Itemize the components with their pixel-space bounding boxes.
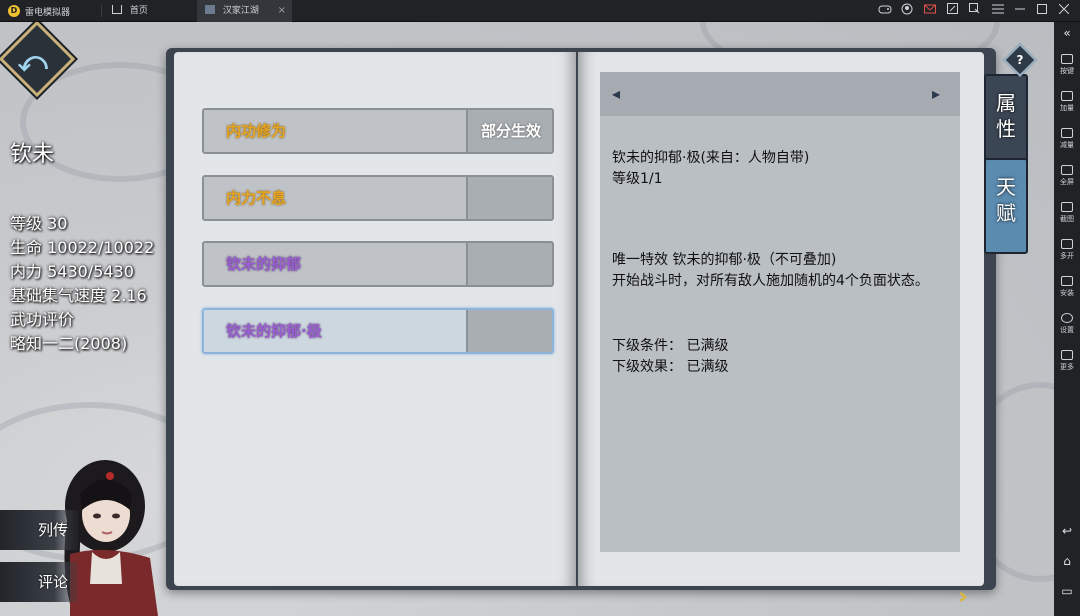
skill-name: 钦未的抑郁 xyxy=(204,243,468,285)
help-question-icon: ? xyxy=(1016,53,1024,67)
skill-list-page: 内功修为 部分生效 内力不息 钦未的抑郁 钦未的抑郁·极 xyxy=(174,52,576,586)
toolbar-more[interactable]: 更多 xyxy=(1054,350,1080,372)
detail-effect-desc: 开始战斗时，对所有敌人施加随机的4个负面状态。 xyxy=(612,273,929,289)
skill-status xyxy=(470,310,552,352)
skill-row-0[interactable]: 内功修为 部分生效 xyxy=(202,108,554,154)
help-button[interactable]: ? xyxy=(1003,43,1037,77)
stat-hp: 生命 10022/10022 xyxy=(10,238,155,257)
skill-status: 部分生效 xyxy=(480,122,541,140)
scissors-icon xyxy=(1061,202,1073,212)
mail-icon[interactable] xyxy=(922,3,938,19)
detail-next-condition: 下级条件： 已满级 xyxy=(612,338,729,354)
game-viewport: ⤺ 钦未 等级 30 生命 10022/10022 内力 5430/5430 基… xyxy=(0,22,1054,616)
skill-status xyxy=(470,243,552,285)
toolbar-label: 按键 xyxy=(1060,67,1074,75)
fullscreen-window-icon[interactable] xyxy=(944,3,960,19)
multi-instance-icon xyxy=(1061,239,1073,249)
collapse-icon[interactable]: « xyxy=(1054,26,1080,40)
tab-talent-label: 天赋 xyxy=(996,175,1016,225)
tab-close-icon[interactable]: × xyxy=(278,0,286,22)
toolbar-label: 减量 xyxy=(1060,141,1074,149)
toolbar-multi-instance[interactable]: 多开 xyxy=(1054,239,1080,261)
fullscreen-icon xyxy=(1061,165,1073,175)
toolbar-keyboard[interactable]: 按键 xyxy=(1054,54,1080,76)
more-icon xyxy=(1061,350,1073,360)
emulator-titlebar: D 雷电模拟器 首页 汉家江湖 × xyxy=(0,0,1080,22)
comments-button[interactable]: 评论 xyxy=(0,562,78,602)
stat-mp: 内力 5430/5430 xyxy=(10,262,134,281)
toolbar-volume-down[interactable]: 减量 xyxy=(1054,128,1080,150)
close-icon[interactable] xyxy=(1056,3,1072,19)
detail-header: ◂ ▸ xyxy=(600,72,960,116)
tab-attributes-label: 属性 xyxy=(996,91,1016,141)
emulator-toolbar: « 按键 加量 减量 全屏 截图 多开 安装 设置 更多 ↩ ⌂ ▭ xyxy=(1054,22,1080,616)
detail-level: 等级1/1 xyxy=(612,171,663,187)
toolbar-screenshot[interactable]: 截图 xyxy=(1054,202,1080,224)
gamepad-icon[interactable] xyxy=(877,3,893,19)
stat-level: 等级 30 xyxy=(10,214,68,233)
toolbar-label: 安装 xyxy=(1060,289,1074,297)
return-arrow-icon: ⤺ xyxy=(17,44,48,78)
minimize-icon[interactable] xyxy=(1012,3,1028,19)
toolbar-install[interactable]: 安装 xyxy=(1054,276,1080,298)
skill-detail-panel: ◂ ▸ 钦未的抑郁·极(来自：人物自带) 等级1/1 唯一特效 钦未的抑郁·极（… xyxy=(600,72,960,552)
tab-game-label: 汉家江湖 xyxy=(222,6,259,16)
detail-title: 钦未的抑郁·极(来自：人物自带) xyxy=(612,150,810,166)
tab-home-label: 首页 xyxy=(129,6,148,16)
back-icon[interactable]: ↩ xyxy=(1054,524,1080,538)
stat-charge-speed: 基础集气速度 2.16 xyxy=(10,286,147,305)
skill-detail-page: ◂ ▸ 钦未的抑郁·极(来自：人物自带) 等级1/1 唯一特效 钦未的抑郁·极（… xyxy=(578,52,984,586)
home-icon[interactable]: ⌂ xyxy=(1054,554,1080,568)
maximize-icon[interactable] xyxy=(1034,3,1050,19)
pin-icon[interactable] xyxy=(966,3,982,19)
tab-game[interactable]: 汉家江湖 × xyxy=(197,0,292,22)
toolbar-label: 更多 xyxy=(1060,363,1074,371)
menu-icon[interactable] xyxy=(990,3,1006,19)
apk-install-icon xyxy=(1061,276,1073,286)
tab-divider xyxy=(101,5,102,17)
skill-row-1[interactable]: 内力不息 xyxy=(202,175,554,221)
emulator-app-name: 雷电模拟器 xyxy=(25,8,71,18)
detail-next-effect: 下级效果： 已满级 xyxy=(612,359,729,375)
toolbar-fullscreen[interactable]: 全屏 xyxy=(1054,165,1080,187)
toolbar-label: 全屏 xyxy=(1060,178,1074,186)
next-page-arrow-icon[interactable]: › xyxy=(958,582,968,610)
tab-talent[interactable]: 天赋 xyxy=(984,158,1028,254)
biography-button[interactable]: 列传 xyxy=(0,510,78,550)
toolbar-volume-up[interactable]: 加量 xyxy=(1054,91,1080,113)
skill-row-2[interactable]: 钦未的抑郁 xyxy=(202,241,554,287)
home-icon xyxy=(112,5,122,14)
skill-name: 钦未的抑郁·极 xyxy=(204,310,468,352)
character-stats: 等级 30 生命 10022/10022 内力 5430/5430 基础集气速度… xyxy=(10,212,154,356)
toolbar-label: 设置 xyxy=(1060,326,1074,334)
stat-martial-rating-value: 略知一二(2008) xyxy=(10,334,128,353)
tab-attributes[interactable]: 属性 xyxy=(984,74,1028,170)
toolbar-label: 多开 xyxy=(1060,252,1074,260)
account-icon[interactable] xyxy=(899,3,915,19)
volume-up-icon xyxy=(1061,91,1073,101)
skill-name: 内功修为 xyxy=(204,110,468,152)
game-icon xyxy=(205,5,215,14)
toolbar-settings[interactable]: 设置 xyxy=(1054,313,1080,335)
recent-apps-icon[interactable]: ▭ xyxy=(1054,584,1080,598)
stat-martial-rating-label: 武功评价 xyxy=(10,310,75,329)
settings-gear-icon xyxy=(1061,313,1073,323)
next-skill-arrow-icon[interactable]: ▸ xyxy=(932,84,940,103)
toolbar-label: 截图 xyxy=(1060,215,1074,223)
skill-status xyxy=(470,177,552,219)
keyboard-icon xyxy=(1061,54,1073,64)
emulator-logo-icon: D xyxy=(8,5,20,17)
character-name: 钦未 xyxy=(10,142,55,167)
skill-name: 内力不息 xyxy=(204,177,468,219)
tab-home[interactable]: 首页 xyxy=(104,0,196,22)
skill-book: 内功修为 部分生效 内力不息 钦未的抑郁 钦未的抑郁·极 ◂ ▸ 钦未的抑郁·极… xyxy=(166,48,996,610)
volume-down-icon xyxy=(1061,128,1073,138)
toolbar-label: 加量 xyxy=(1060,104,1074,112)
prev-skill-arrow-icon[interactable]: ◂ xyxy=(612,84,620,103)
detail-effect-title: 唯一特效 钦未的抑郁·极（不可叠加) xyxy=(612,252,837,268)
skill-row-3-selected[interactable]: 钦未的抑郁·极 xyxy=(202,308,554,354)
